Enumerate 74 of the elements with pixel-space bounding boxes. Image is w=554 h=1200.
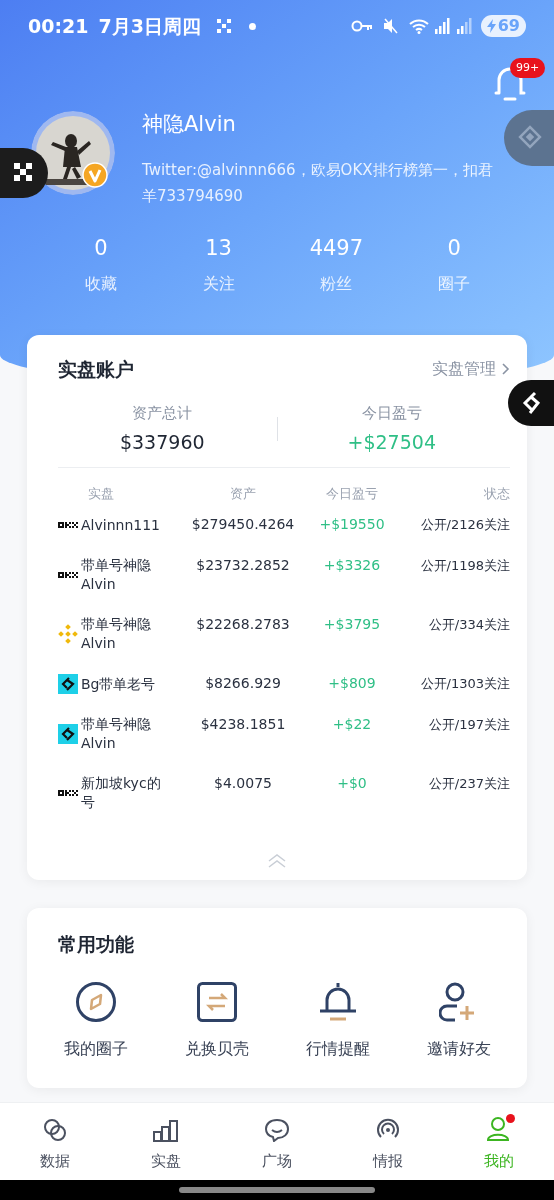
card-title: 实盘账户 bbox=[58, 357, 134, 382]
status-cell-text: 公开/1303关注 bbox=[420, 675, 510, 693]
column-header: 状态 bbox=[484, 484, 510, 503]
assets-cell: $4238.1851 bbox=[200, 715, 286, 734]
bar-chart-icon bbox=[153, 1120, 180, 1142]
status-cell-text: 公开/334关注 bbox=[428, 616, 510, 634]
wifi-icon bbox=[408, 18, 429, 34]
account-name[interactable]: 带单号神隐Alvin bbox=[81, 556, 166, 594]
bolt-icon bbox=[486, 19, 496, 33]
pnl-cell: +$22 bbox=[332, 715, 372, 734]
status-cell-text: 公开/2126关注 bbox=[420, 516, 510, 534]
assets-cell: $279450.4264 bbox=[191, 515, 295, 534]
app-notification-icon bbox=[216, 19, 231, 33]
stat-label: 圈子 bbox=[438, 273, 471, 295]
feature-button[interactable]: 我的圈子 bbox=[35, 980, 156, 1061]
pnl-cell: +$19550 bbox=[319, 515, 385, 534]
notification-dot-icon bbox=[505, 1114, 515, 1123]
pnl-cell: +$3795 bbox=[323, 615, 381, 634]
bell-icon bbox=[317, 981, 358, 1022]
assets-cell: $4.0075 bbox=[214, 774, 272, 793]
column-header: 资产 bbox=[230, 484, 256, 503]
card-title: 常用功能 bbox=[57, 932, 135, 957]
stat-label: 粉丝 bbox=[320, 273, 353, 295]
status-date: 7月3日周四 bbox=[98, 13, 201, 39]
summary-value: $337960 bbox=[119, 430, 205, 455]
summary-label: 今日盈亏 bbox=[361, 402, 422, 424]
assets-cell: $8266.929 bbox=[205, 674, 281, 693]
floating-arrows-icon[interactable] bbox=[508, 380, 554, 426]
account-name[interactable]: 带单号神隐Alvin bbox=[81, 615, 166, 653]
circles-icon bbox=[43, 1118, 68, 1142]
chevron-right-icon bbox=[502, 363, 510, 376]
profile-bio: Twitter:@alvinnn666，欧易OKX排行榜第一，扣君羊733794690 bbox=[142, 159, 494, 207]
status-cell-text: 公开/237关注 bbox=[428, 775, 510, 793]
nav-tab[interactable]: 情报 bbox=[332, 1103, 444, 1180]
stat-value: 0 bbox=[447, 234, 461, 262]
stat-label: 关注 bbox=[202, 273, 235, 295]
pnl-cell: +$3326 bbox=[323, 556, 381, 575]
exchange-icon bbox=[196, 981, 237, 1022]
stat-value: 4497 bbox=[309, 234, 364, 262]
user-icon bbox=[485, 1116, 512, 1142]
signal-icon bbox=[434, 18, 451, 34]
column-header: 实盘 bbox=[88, 484, 114, 503]
status-time: 00:21 bbox=[28, 13, 89, 39]
account-name[interactable]: Alvinnn111 bbox=[81, 515, 166, 535]
status-cell-text: 公开/197关注 bbox=[428, 716, 510, 734]
pnl-cell: +$0 bbox=[337, 774, 367, 793]
summary-label: 资产总计 bbox=[132, 402, 193, 424]
feature-button[interactable]: 兑换贝壳 bbox=[156, 980, 277, 1061]
stat-value: 13 bbox=[205, 234, 232, 262]
nav-tab[interactable]: 广场 bbox=[221, 1103, 333, 1180]
nav-tab[interactable]: 实盘 bbox=[110, 1103, 222, 1180]
stat-value: 0 bbox=[94, 234, 108, 262]
status-cell-text: 公开/1198关注 bbox=[420, 557, 510, 575]
stat-label: 收藏 bbox=[84, 273, 117, 295]
nav-tab[interactable]: 数据 bbox=[0, 1103, 111, 1180]
notification-badge: 99+ bbox=[510, 58, 546, 78]
column-header: 今日盈亏 bbox=[326, 484, 378, 503]
compass-icon bbox=[74, 980, 117, 1023]
signal-icon bbox=[456, 18, 473, 34]
account-name[interactable]: Bg带单老号 bbox=[81, 674, 166, 694]
battery-indicator: 69 bbox=[480, 15, 526, 37]
assets-cell: $22268.2783 bbox=[196, 615, 290, 634]
feature-button[interactable]: 邀请好友 bbox=[398, 980, 519, 1061]
dot-icon bbox=[248, 22, 256, 30]
account-name[interactable]: 带单号神隐Alvin bbox=[81, 715, 166, 753]
mute-icon bbox=[382, 18, 399, 34]
account-name[interactable]: 新加坡kyc的号 bbox=[81, 774, 166, 812]
summary-value: +$27504 bbox=[347, 430, 436, 455]
assets-cell: $23732.2852 bbox=[196, 556, 290, 575]
chat-icon bbox=[264, 1118, 290, 1142]
feature-button[interactable]: 行情提醒 bbox=[277, 980, 398, 1061]
key-icon bbox=[350, 20, 373, 32]
profile-name: 神隐Alvin bbox=[142, 111, 237, 138]
pnl-cell: +$809 bbox=[328, 674, 376, 693]
